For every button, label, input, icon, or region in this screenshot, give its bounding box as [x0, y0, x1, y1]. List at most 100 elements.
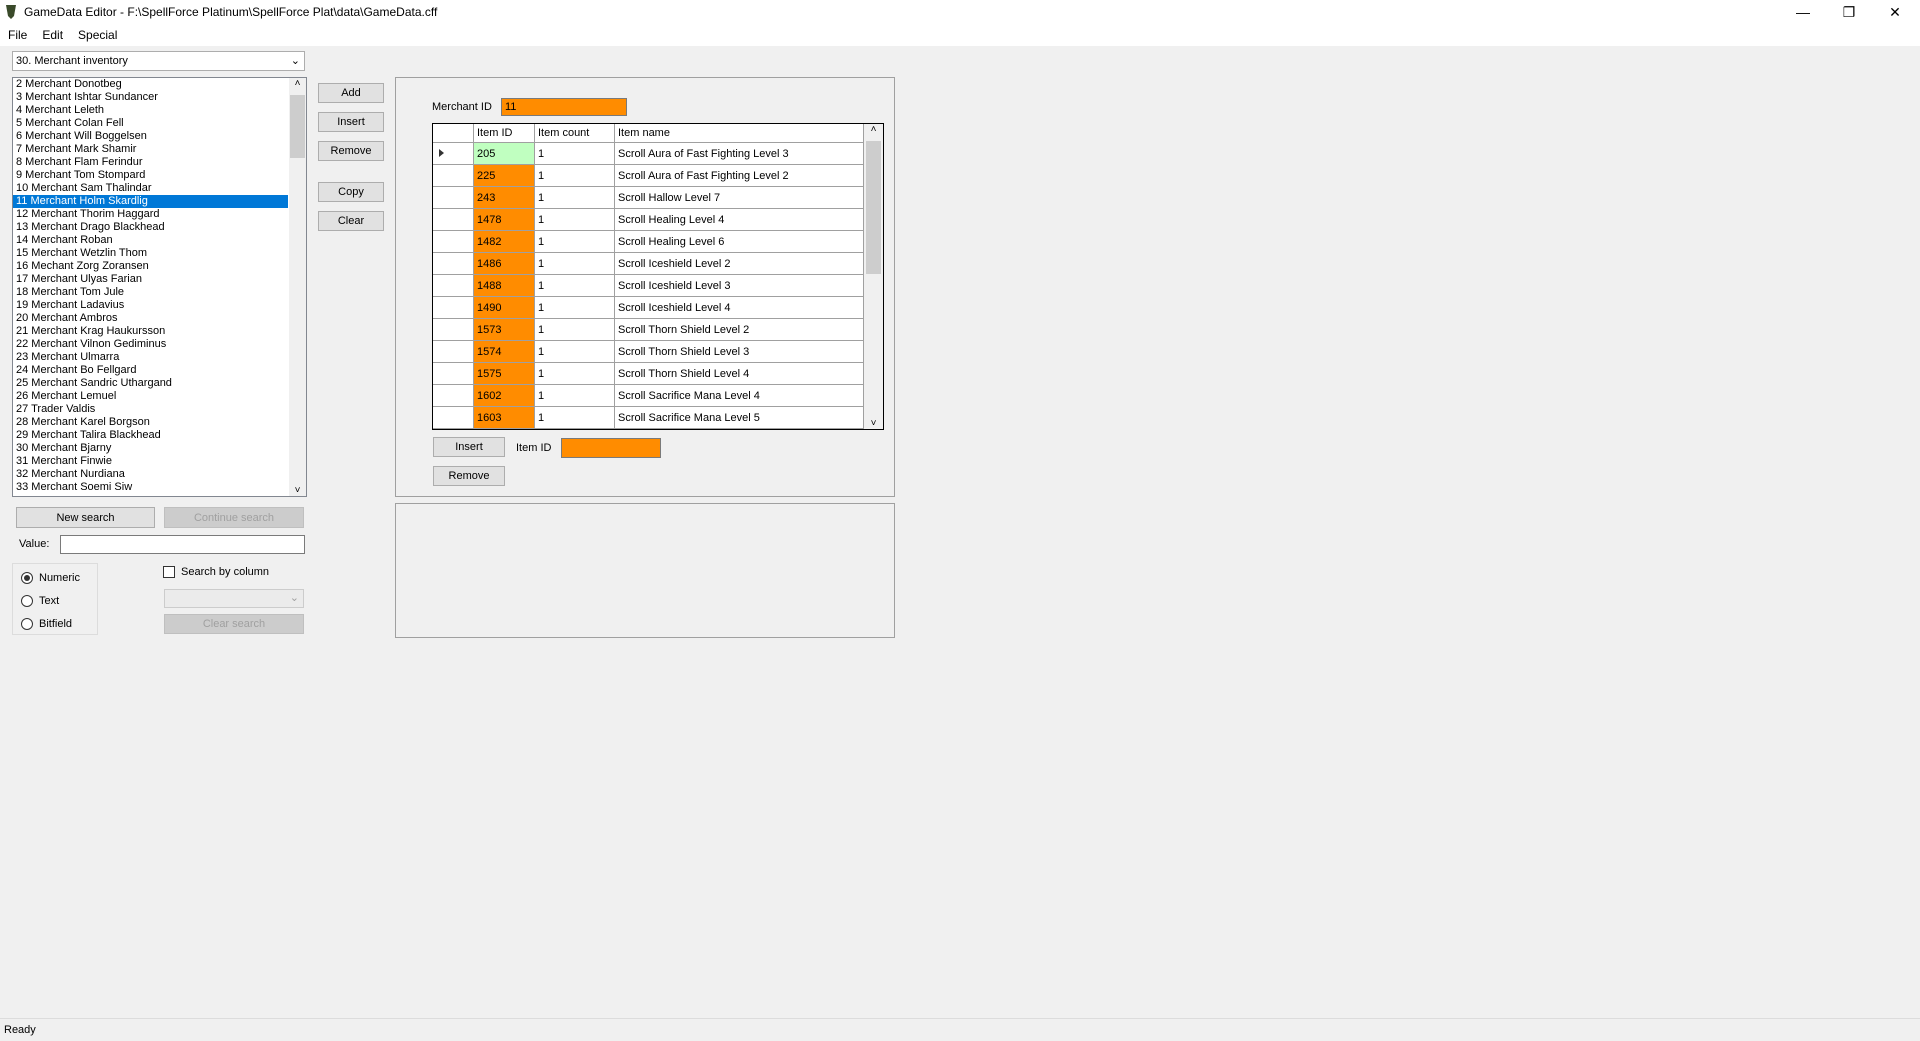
row-header[interactable] [433, 363, 474, 384]
merchant-list-item[interactable]: 33 Merchant Soemi Siw [13, 481, 288, 494]
merchant-list-item[interactable]: 18 Merchant Tom Jule [13, 286, 288, 299]
insert-item-button[interactable]: Insert [433, 437, 505, 457]
cell-item-name[interactable]: Scroll Sacrifice Mana Level 5 [615, 407, 864, 428]
cell-item-id[interactable]: 1575 [474, 363, 535, 384]
cell-item-count[interactable]: 1 [535, 363, 615, 384]
table-row[interactable]: 1573 1 Scroll Thorn Shield Level 2 [433, 319, 883, 341]
table-row[interactable]: 1575 1 Scroll Thorn Shield Level 4 [433, 363, 883, 385]
row-header[interactable] [433, 319, 474, 340]
row-header[interactable] [433, 275, 474, 296]
cell-item-name[interactable]: Scroll Healing Level 4 [615, 209, 864, 230]
cell-item-id[interactable]: 1488 [474, 275, 535, 296]
scroll-up-icon[interactable]: ˄ [289, 78, 306, 95]
table-row[interactable]: 1490 1 Scroll Iceshield Level 4 [433, 297, 883, 319]
cell-item-id[interactable]: 1573 [474, 319, 535, 340]
cell-item-count[interactable]: 1 [535, 187, 615, 208]
merchant-list-item[interactable]: 9 Merchant Tom Stompard [13, 169, 288, 182]
menu-special[interactable]: Special [70, 28, 124, 42]
maximize-button[interactable]: ❐ [1826, 0, 1872, 24]
table-row[interactable]: 1482 1 Scroll Healing Level 6 [433, 231, 883, 253]
merchant-list-item[interactable]: 4 Merchant Leleth [13, 104, 288, 117]
clear-search-button[interactable]: Clear search [164, 614, 304, 634]
checkbox-icon[interactable] [163, 566, 175, 578]
cell-item-name[interactable]: Scroll Sacrifice Mana Level 4 [615, 385, 864, 406]
merchant-list-item[interactable]: 29 Merchant Talira Blackhead [13, 429, 288, 442]
merchant-list-item[interactable]: 12 Merchant Thorim Haggard [13, 208, 288, 221]
scroll-up-icon[interactable]: ˄ [864, 124, 883, 141]
merchant-list-item[interactable]: 30 Merchant Bjarny [13, 442, 288, 455]
cell-item-count[interactable]: 1 [535, 385, 615, 406]
row-header[interactable] [433, 143, 474, 164]
merchant-list-item[interactable]: 22 Merchant Vilnon Gediminus [13, 338, 288, 351]
table-row[interactable]: 1574 1 Scroll Thorn Shield Level 3 [433, 341, 883, 363]
merchant-list-item[interactable]: 13 Merchant Drago Blackhead [13, 221, 288, 234]
merchant-list-item[interactable]: 23 Merchant Ulmarra [13, 351, 288, 364]
merchant-list-item[interactable]: 26 Merchant Lemuel [13, 390, 288, 403]
radio-bitfield[interactable]: Bitfield [21, 618, 72, 630]
merchant-list-item[interactable]: 20 Merchant Ambros [13, 312, 288, 325]
cell-item-name[interactable]: Scroll Thorn Shield Level 2 [615, 319, 864, 340]
merchant-list-item[interactable]: 10 Merchant Sam Thalindar [13, 182, 288, 195]
row-header[interactable] [433, 253, 474, 274]
merchant-list-item[interactable]: 25 Merchant Sandric Uthargand [13, 377, 288, 390]
cell-item-id[interactable]: 1486 [474, 253, 535, 274]
table-row[interactable]: 205 1 Scroll Aura of Fast Fighting Level 3 [433, 143, 883, 165]
merchant-list-scrollbar[interactable]: ˄ ˅ [289, 78, 306, 496]
search-value-input[interactable] [60, 535, 305, 554]
table-row[interactable]: 243 1 Scroll Hallow Level 7 [433, 187, 883, 209]
merchant-list-item[interactable]: 21 Merchant Krag Haukursson [13, 325, 288, 338]
cell-item-name[interactable]: Scroll Iceshield Level 3 [615, 275, 864, 296]
cell-item-name[interactable]: Scroll Iceshield Level 2 [615, 253, 864, 274]
scroll-thumb[interactable] [290, 95, 305, 158]
column-header-item-id[interactable]: Item ID [474, 124, 535, 142]
cell-item-count[interactable]: 1 [535, 319, 615, 340]
row-header[interactable] [433, 385, 474, 406]
cell-item-count[interactable]: 1 [535, 231, 615, 252]
cell-item-id[interactable]: 1603 [474, 407, 535, 428]
cell-item-name[interactable]: Scroll Thorn Shield Level 4 [615, 363, 864, 384]
cell-item-count[interactable]: 1 [535, 143, 615, 164]
remove-button[interactable]: Remove [318, 141, 384, 161]
continue-search-button[interactable]: Continue search [164, 507, 304, 528]
radio-text[interactable]: Text [21, 595, 59, 607]
cell-item-id[interactable]: 205 [474, 143, 535, 164]
row-header[interactable] [433, 165, 474, 186]
cell-item-id[interactable]: 1478 [474, 209, 535, 230]
cell-item-count[interactable]: 1 [535, 165, 615, 186]
search-by-column-checkbox[interactable]: Search by column [163, 566, 269, 578]
radio-icon[interactable] [21, 618, 33, 630]
row-header[interactable] [433, 231, 474, 252]
merchant-list-item[interactable]: 32 Merchant Nurdiana [13, 468, 288, 481]
cell-item-id[interactable]: 225 [474, 165, 535, 186]
minimize-button[interactable]: — [1780, 0, 1826, 24]
cell-item-name[interactable]: Scroll Thorn Shield Level 3 [615, 341, 864, 362]
cell-item-name[interactable]: Scroll Aura of Fast Fighting Level 2 [615, 165, 864, 186]
merchant-list-item[interactable]: 27 Trader Valdis [13, 403, 288, 416]
column-header-item-name[interactable]: Item name [615, 124, 864, 142]
add-button[interactable]: Add [318, 83, 384, 103]
cell-item-count[interactable]: 1 [535, 297, 615, 318]
merchant-list-item[interactable]: 19 Merchant Ladavius [13, 299, 288, 312]
clear-button[interactable]: Clear [318, 211, 384, 231]
table-row[interactable]: 1602 1 Scroll Sacrifice Mana Level 4 [433, 385, 883, 407]
table-row[interactable]: 225 1 Scroll Aura of Fast Fighting Level 2 [433, 165, 883, 187]
cell-item-name[interactable]: Scroll Hallow Level 7 [615, 187, 864, 208]
column-select[interactable]: ⌄ [164, 589, 304, 608]
cell-item-count[interactable]: 1 [535, 407, 615, 428]
cell-item-name[interactable]: Scroll Iceshield Level 4 [615, 297, 864, 318]
merchant-list-item[interactable]: 11 Merchant Holm Skardlig [13, 195, 288, 208]
merchant-list-item[interactable]: 17 Merchant Ulyas Farian [13, 273, 288, 286]
cell-item-id[interactable]: 243 [474, 187, 535, 208]
inventory-grid[interactable]: Item ID Item count Item name 205 1 Scroll … [432, 123, 884, 430]
merchant-list-item[interactable]: 31 Merchant Finwie [13, 455, 288, 468]
cell-item-id[interactable]: 1574 [474, 341, 535, 362]
merchant-list-item[interactable]: 8 Merchant Flam Ferindur [13, 156, 288, 169]
scroll-down-icon[interactable]: ˅ [864, 418, 883, 429]
cell-item-count[interactable]: 1 [535, 341, 615, 362]
row-header[interactable] [433, 209, 474, 230]
row-header[interactable] [433, 341, 474, 362]
merchant-list-item[interactable]: 3 Merchant Ishtar Sundancer [13, 91, 288, 104]
new-search-button[interactable]: New search [16, 507, 155, 528]
cell-item-count[interactable]: 1 [535, 209, 615, 230]
radio-numeric[interactable]: Numeric [21, 572, 80, 584]
